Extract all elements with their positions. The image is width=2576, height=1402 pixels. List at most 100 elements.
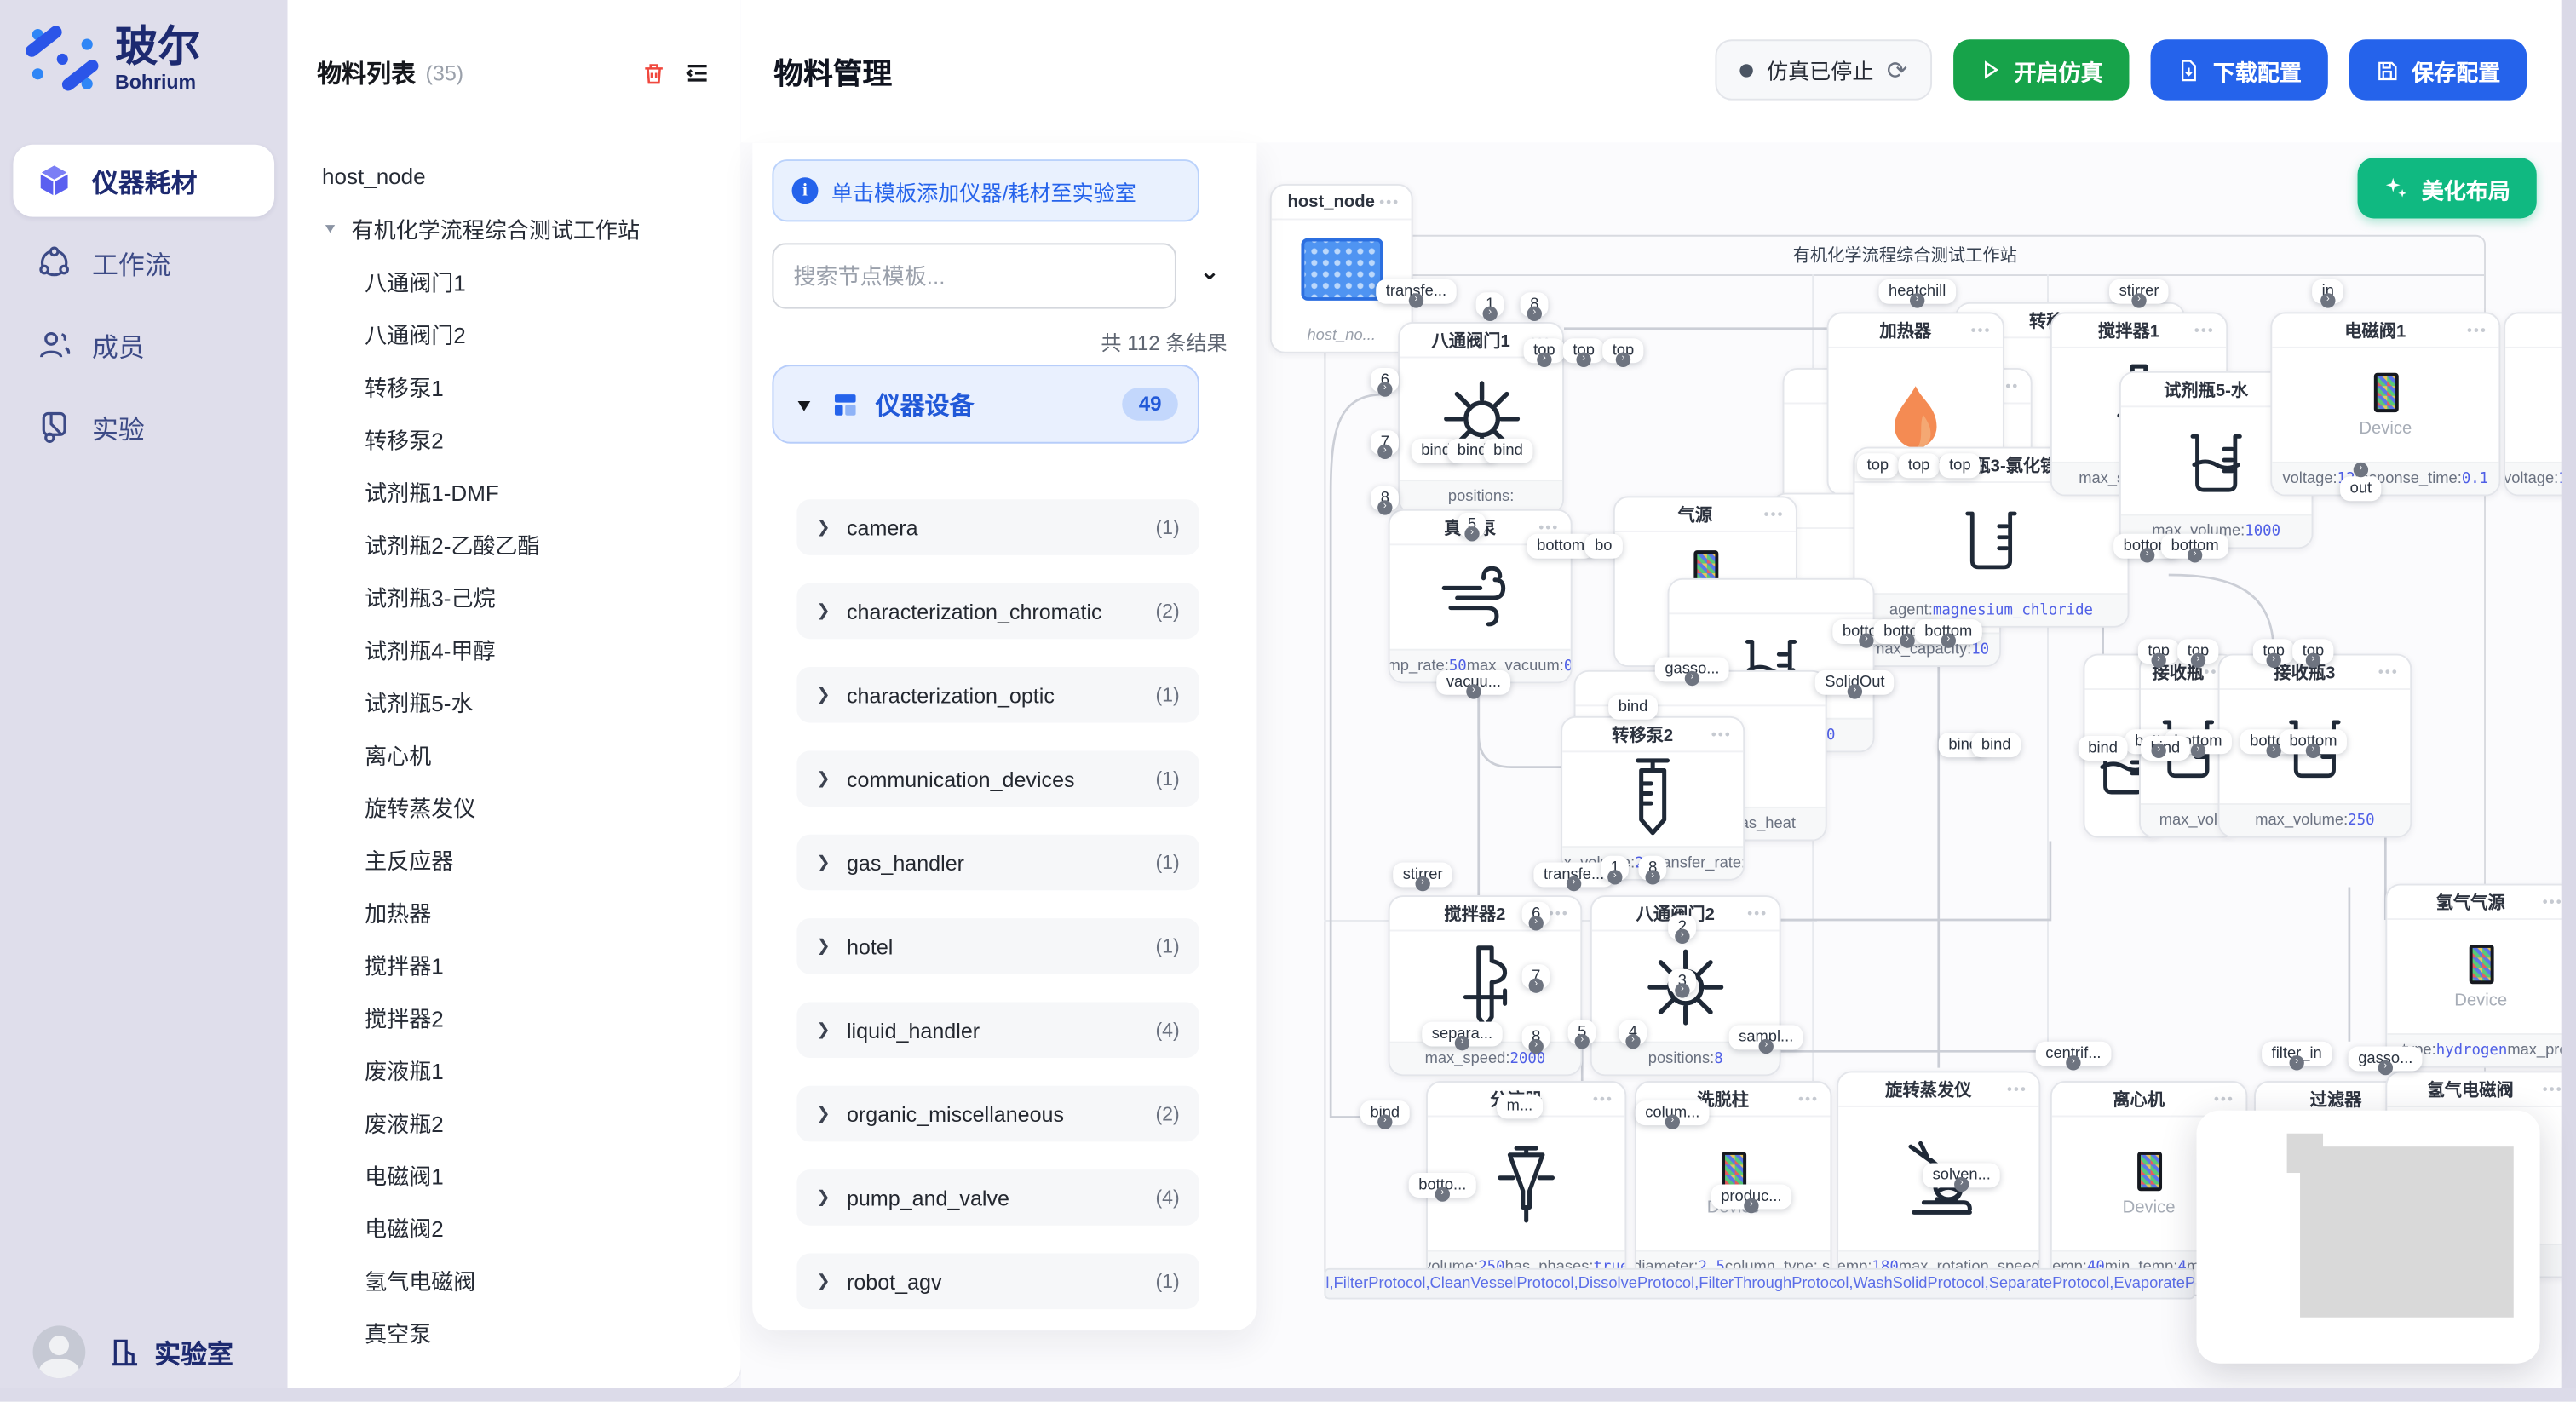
more-menu-icon[interactable]: ••• <box>2214 1091 2234 1107</box>
tree-item[interactable]: 旋转蒸发仪 <box>288 780 741 833</box>
more-menu-icon[interactable]: ••• <box>1747 905 1768 922</box>
port-dot[interactable]: › <box>1529 978 1544 992</box>
port-dot[interactable]: › <box>1483 307 1498 321</box>
port-dot[interactable]: › <box>2140 548 2154 562</box>
port-dot[interactable]: › <box>1529 1039 1544 1054</box>
port-dot[interactable]: › <box>1954 1177 1969 1192</box>
tree-item[interactable]: 氢气电磁阀 <box>288 1254 741 1307</box>
port-dot[interactable]: › <box>2066 1055 2080 1070</box>
canvas-node-氢气气源[interactable]: 氢气气源•••Device_type: hydrogen max_pre <box>2385 884 2576 1068</box>
tree-item[interactable]: 试剂瓶5-水 <box>288 675 741 728</box>
port-dot[interactable]: › <box>1744 1198 1758 1213</box>
port-dot[interactable]: › <box>1435 1187 1450 1201</box>
save-config-button[interactable]: 保存配置 <box>2349 39 2527 100</box>
sidebar-item-experiments[interactable]: 实验 <box>13 391 274 463</box>
template-group-robot_agv[interactable]: ❯robot_agv(1) <box>796 1254 1199 1310</box>
port-dot[interactable]: › <box>1859 633 1873 647</box>
port-dot[interactable]: › <box>1377 445 1392 459</box>
port-dot[interactable]: › <box>1675 983 1689 997</box>
port-dot[interactable]: › <box>1848 684 1862 698</box>
template-group-hotel[interactable]: ❯hotel(1) <box>796 918 1199 974</box>
more-menu-icon[interactable]: ••• <box>1549 905 1569 922</box>
port-dot[interactable]: › <box>2354 463 2368 477</box>
port-chip[interactable]: bo <box>1585 534 1623 559</box>
port-dot[interactable]: › <box>1464 526 1479 541</box>
tree-root-host-node[interactable]: host_node <box>288 150 741 203</box>
tree-item[interactable]: 转移泵1 <box>288 359 741 412</box>
port-dot[interactable]: › <box>1675 929 1689 944</box>
port-dot[interactable]: › <box>1665 1115 1680 1129</box>
template-group-characterization_optic[interactable]: ❯characterization_optic(1) <box>796 667 1199 723</box>
port-dot[interactable]: › <box>1900 633 1914 647</box>
delete-icon[interactable] <box>641 60 667 86</box>
port-dot[interactable]: › <box>1527 307 1542 321</box>
tree-item[interactable]: 电磁阀2 <box>288 1201 741 1254</box>
tree-item[interactable]: 电磁阀1 <box>288 1148 741 1201</box>
tree-group-workstation[interactable]: ▼有机化学流程综合测试工作站 <box>288 202 741 255</box>
port-dot[interactable]: › <box>1645 870 1659 884</box>
port-dot[interactable]: › <box>1910 293 1924 307</box>
port-dot[interactable]: › <box>2378 1060 2393 1075</box>
port-dot[interactable]: › <box>1377 500 1392 514</box>
port-dot[interactable]: › <box>2267 653 2281 668</box>
port-dot[interactable]: › <box>1759 1039 1774 1054</box>
port-dot[interactable]: › <box>2152 653 2166 668</box>
port-chip[interactable]: top <box>1898 453 1940 478</box>
port-chip[interactable]: bind <box>2079 736 2128 761</box>
start-sim-button[interactable]: 开启仿真 <box>1953 39 2129 100</box>
port-chip[interactable]: bind <box>1608 695 1658 720</box>
tree-item[interactable]: 试剂瓶2-乙酸乙酯 <box>288 518 741 571</box>
port-dot[interactable]: › <box>1415 876 1429 891</box>
tree-item[interactable]: 废液瓶1 <box>288 1043 741 1096</box>
port-dot[interactable]: › <box>2131 293 2146 307</box>
sidebar-item-workflow[interactable]: 工作流 <box>13 227 274 299</box>
tree-item[interactable]: 八通阀门1 <box>288 255 741 307</box>
port-dot[interactable]: › <box>1685 671 1699 686</box>
sidebar-item-instruments[interactable]: 仪器耗材 <box>13 145 274 217</box>
more-menu-icon[interactable]: ••• <box>1763 506 1784 522</box>
beautify-layout-button[interactable]: 美化布局 <box>2358 158 2537 218</box>
horizontal-scrollbar[interactable] <box>0 1388 2576 1401</box>
sidebar-item-members[interactable]: 成员 <box>13 309 274 382</box>
template-group-pump_and_valve[interactable]: ❯pump_and_valve(4) <box>796 1169 1199 1226</box>
tree-item[interactable]: 主反应器 <box>288 833 741 886</box>
download-config-button[interactable]: 下载配置 <box>2151 39 2328 100</box>
tree-item[interactable]: 搅拌器2 <box>288 991 741 1043</box>
panel-collapse-icon[interactable]: ⌄ <box>1199 256 1220 286</box>
template-group-liquid_handler[interactable]: ❯liquid_handler(4) <box>796 1002 1199 1058</box>
more-menu-icon[interactable]: ••• <box>1798 1091 1819 1107</box>
port-dot[interactable]: › <box>2306 653 2320 668</box>
template-group-communication_devices[interactable]: ❯communication_devices(1) <box>796 750 1199 807</box>
port-dot[interactable]: › <box>1377 1115 1392 1129</box>
tree-item[interactable]: 试剂瓶1-DMF <box>288 465 741 518</box>
tree-item[interactable]: 离心机 <box>288 727 741 780</box>
canvas-node-电磁阀1[interactable]: 电磁阀1•••Devicevoltage: 12 response_time: … <box>2270 312 2500 496</box>
port-dot[interactable]: › <box>1941 633 1956 647</box>
port-dot[interactable]: › <box>2191 653 2205 668</box>
port-dot[interactable]: › <box>1529 916 1544 930</box>
more-menu-icon[interactable]: ••• <box>2467 322 2487 338</box>
port-dot[interactable]: › <box>1625 1034 1640 1049</box>
port-dot[interactable]: › <box>2191 744 2205 758</box>
more-menu-icon[interactable]: ••• <box>2543 1081 2563 1097</box>
port-dot[interactable]: › <box>1567 876 1581 891</box>
tree-item[interactable]: 废液瓶2 <box>288 1095 741 1148</box>
port-chip[interactable]: m... <box>1497 1094 1543 1118</box>
port-chip[interactable]: top <box>1940 453 1981 478</box>
port-dot[interactable]: › <box>2152 744 2166 758</box>
more-menu-icon[interactable]: ••• <box>1970 322 1991 338</box>
refresh-icon[interactable]: ⟳ <box>1887 55 1907 85</box>
more-menu-icon[interactable]: ••• <box>1379 194 1400 210</box>
port-dot[interactable]: › <box>1616 353 1630 367</box>
port-dot[interactable]: › <box>1409 293 1423 307</box>
more-menu-icon[interactable]: ••• <box>2378 664 2399 680</box>
port-dot[interactable]: › <box>2306 744 2320 758</box>
template-group-organic_miscellaneous[interactable]: ❯organic_miscellaneous(2) <box>796 1086 1199 1142</box>
more-menu-icon[interactable]: ••• <box>2543 893 2563 910</box>
port-dot[interactable]: › <box>1607 870 1622 884</box>
template-group-camera[interactable]: ❯camera(1) <box>796 499 1199 555</box>
more-menu-icon[interactable]: ••• <box>2007 1081 2027 1097</box>
tree-item[interactable]: 试剂瓶4-甲醇 <box>288 623 741 675</box>
category-instruments[interactable]: ▼ 仪器设备 49 <box>772 365 1199 444</box>
collapse-list-icon[interactable] <box>683 59 711 87</box>
